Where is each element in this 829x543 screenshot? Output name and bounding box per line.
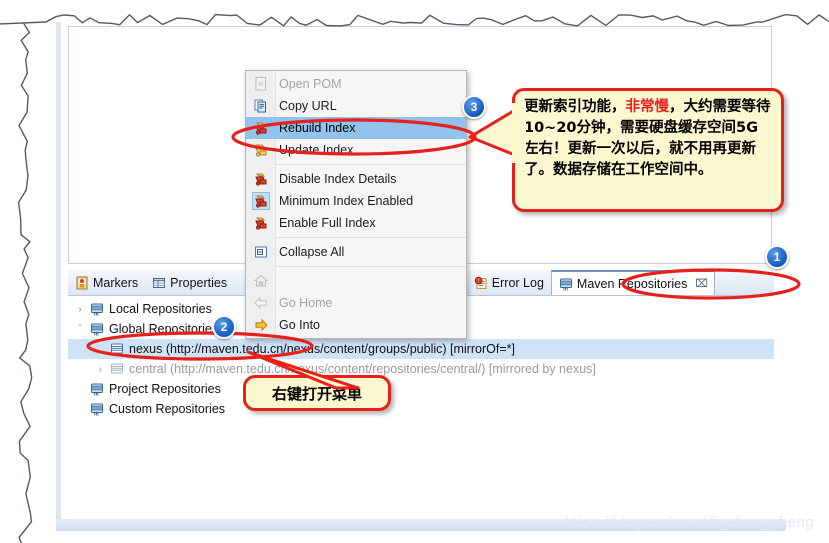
menu-item-copy-url[interactable]: Copy URL [246,95,466,117]
svg-text:M: M [258,82,263,88]
menu-item-label: Rebuild Index [279,121,356,135]
badge-3: 3 [462,95,486,119]
menu-item-go-home[interactable] [246,270,466,292]
menu-separator [276,164,466,165]
properties-icon [152,276,166,290]
menu-item-label: Enable Full Index [279,216,376,230]
menu-item-label: Disable Index Details [279,172,397,186]
tab-maven-repositories[interactable]: m Maven Repositories ⌧ [550,270,716,295]
small-note-text: 右键打开菜单 [271,384,362,403]
tree-row-label: Project Repositories [109,382,221,396]
badge-number: 3 [470,100,478,114]
badge-1: 1 [765,245,789,269]
go-into-arrow-icon [246,317,275,333]
copy-url-icon [246,98,275,114]
tree-row-custom-repositories[interactable]: m Custom Repositories [68,399,774,419]
main-annotation-callout: 更新索引功能，非常慢，大约需要等待10~20分钟，需要硬盘缓存空间5G左右！更新… [512,88,784,212]
maven-repo-icon [110,362,125,376]
back-arrow-icon [246,295,275,311]
update-index-icon [246,142,275,158]
main-note-line1-post: ，大约需 [669,99,727,115]
menu-item-collapse-all[interactable]: Collapse All [246,241,466,263]
svg-text:m: m [94,331,99,336]
tree-row-project-repositories[interactable]: m Project Repositories [68,379,774,399]
expand-arrow-icon[interactable]: › [74,304,86,315]
menu-item-rebuild-index[interactable]: Rebuild Index [246,117,466,139]
tab-properties-label: Properties [170,275,228,290]
tree-row-label: Global Repositories [109,322,219,336]
enable-full-index-icon [246,215,275,231]
tab-error-log-label: Error Log [491,275,544,290]
menu-item-update-index[interactable]: Update Index [246,139,466,161]
tree-row-central[interactable]: › central (http://maven.tedu.cn/nexus/co… [68,359,774,379]
tree-row-nexus[interactable]: nexus (http://maven.tedu.cn/nexus/conten… [68,339,774,359]
tree-row-label: Local Repositories [109,302,212,316]
context-menu: M Open POM Copy URL Rebuild Index Update… [245,70,467,339]
menu-item-disable-index-details[interactable]: Disable Index Details [246,168,466,190]
svg-text:!: ! [478,278,479,284]
pom-file-icon: M [246,76,275,92]
tab-markers-label: Markers [93,275,139,290]
menu-separator [276,237,466,238]
tree-row-label: Custom Repositories [109,402,226,416]
tab-markers[interactable]: Markers [68,270,145,295]
disable-index-details-icon [246,171,275,187]
tab-maven-repositories-label: Maven Repositories [576,276,688,291]
collapse-all-icon [246,244,275,260]
menu-separator [276,266,466,267]
expand-arrow-icon[interactable]: › [94,364,106,375]
menu-item-label: Copy URL [279,99,337,113]
badge-number: 1 [773,250,781,264]
right-click-annotation-callout: 右键打开菜单 [243,375,391,411]
menu-item-label: Update Index [279,143,354,157]
menu-item-minimum-index-enabled[interactable]: Minimum Index Enabled [246,190,466,212]
maven-repo-icon: m [90,322,105,337]
menu-item-label: Collapse All [279,245,345,259]
minimum-index-enabled-icon [246,192,275,210]
tree-row-label: central (http://maven.tedu.cn/nexus/cont… [129,362,596,376]
menu-item-go-into[interactable]: Go Into [246,314,466,336]
menu-item-label: Go Into [279,318,320,332]
tab-properties[interactable]: Properties [145,270,234,295]
close-icon[interactable]: ⌧ [695,277,708,290]
rebuild-index-icon [246,120,275,136]
badge-number: 2 [220,320,228,334]
menu-item-label: Minimum Index Enabled [279,194,414,208]
svg-text:m: m [94,411,99,416]
watermark: https://blog.csdn.net/li_chao_cheng [565,514,815,531]
maven-repo-icon [110,342,125,356]
tree-row-label: nexus (http://maven.tedu.cn/nexus/conten… [129,342,515,356]
maven-repositories-icon: m [559,277,573,292]
maven-repo-icon: m [90,382,105,397]
maven-repo-icon: m [90,402,105,417]
main-note-highlight: 非常慢 [625,99,670,115]
main-note-line1-pre: 更新索引功能， [524,99,626,115]
menu-item-enable-full-index[interactable]: Enable Full Index [246,212,466,234]
collapse-arrow-icon[interactable]: ˇ [74,324,86,335]
maven-repo-icon: m [90,302,105,317]
menu-item-label: Open POM [279,77,342,91]
tab-error-log[interactable]: ! Error Log [467,270,551,295]
menu-item-label: Go Home [279,296,333,310]
error-log-icon: ! [474,276,488,290]
badge-2: 2 [212,315,236,339]
menu-item-go-back[interactable]: Go Home [246,292,466,314]
screenshot-root: Markers Properties ! Error Log m Maven R… [0,0,829,543]
menu-item-open-pom[interactable]: M Open POM [246,73,466,95]
home-icon [246,273,275,289]
markers-icon [75,276,89,290]
svg-text:m: m [94,391,99,396]
svg-text:m: m [563,286,568,291]
svg-text:m: m [94,311,99,316]
